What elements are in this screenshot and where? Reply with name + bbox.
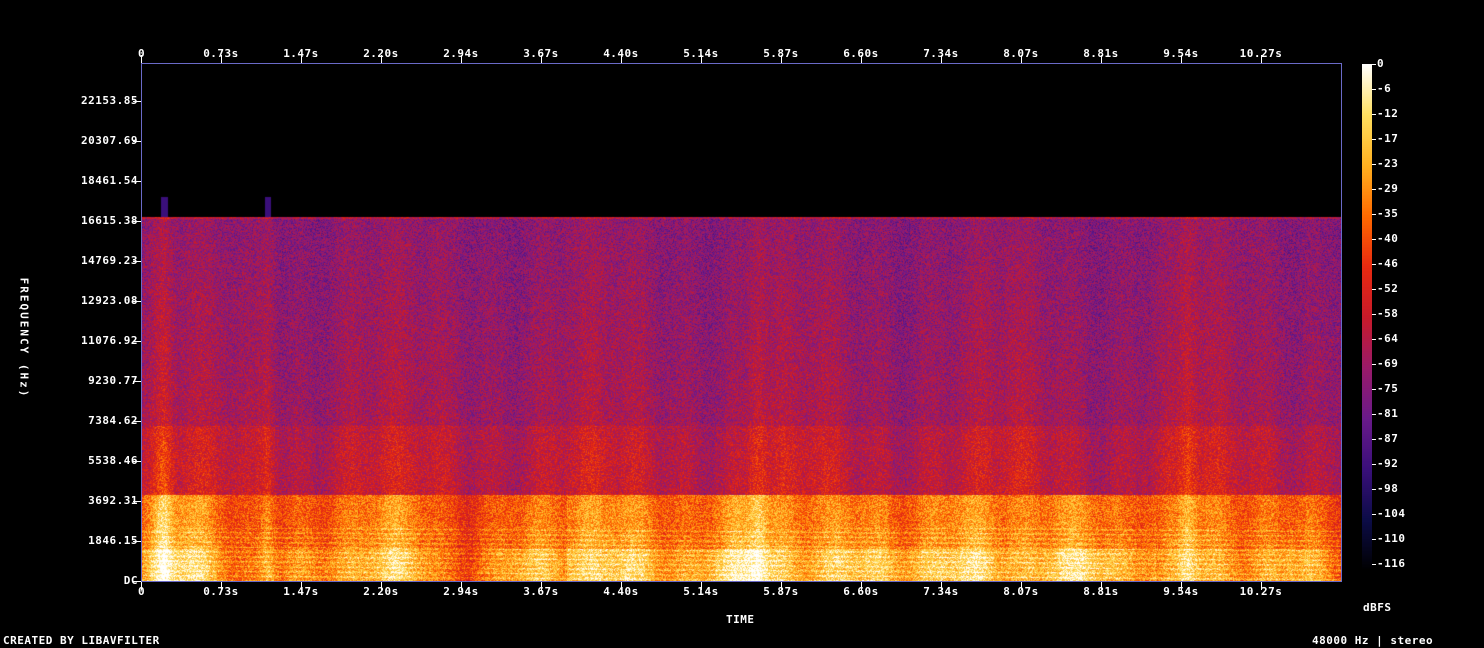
colorbar-tick-mark bbox=[1372, 264, 1376, 265]
x-tick-label-top: 2.94s bbox=[443, 47, 479, 60]
colorbar-tick-label: -116 bbox=[1377, 557, 1406, 570]
colorbar-tick-mark bbox=[1372, 164, 1376, 165]
colorbar-tick-mark bbox=[1372, 314, 1376, 315]
x-tick-label-bottom: 8.07s bbox=[1003, 585, 1039, 598]
x-tick-label-top: 6.60s bbox=[843, 47, 879, 60]
x-tick-label-bottom: 2.94s bbox=[443, 585, 479, 598]
colorbar-tick-mark bbox=[1372, 364, 1376, 365]
colorbar-tick-mark bbox=[1372, 464, 1376, 465]
colorbar-tick-mark bbox=[1372, 89, 1376, 90]
y-tick-label: 11076.92 bbox=[81, 334, 138, 347]
colorbar-tick-mark bbox=[1372, 239, 1376, 240]
colorbar-tick-label: -81 bbox=[1377, 407, 1399, 420]
x-tick-label-top: 8.81s bbox=[1083, 47, 1119, 60]
y-axis-label: FREQUENCY (Hz) bbox=[17, 277, 31, 399]
x-tick-label-bottom: 0 bbox=[138, 585, 146, 598]
x-tick-label-bottom: 5.87s bbox=[763, 585, 799, 598]
y-tick-label: 12923.08 bbox=[81, 294, 138, 307]
colorbar-tick-mark bbox=[1372, 414, 1376, 415]
colorbar-tick-mark bbox=[1372, 514, 1376, 515]
x-tick-label-top: 2.20s bbox=[363, 47, 399, 60]
colorbar-tick-label: -29 bbox=[1377, 182, 1399, 195]
x-tick-label-bottom: 1.47s bbox=[283, 585, 319, 598]
spectrogram-plot bbox=[141, 63, 1342, 582]
colorbar-tick-label: -69 bbox=[1377, 357, 1399, 370]
x-tick-label-bottom: 4.40s bbox=[603, 585, 639, 598]
colorbar-tick-label: -87 bbox=[1377, 432, 1399, 445]
x-tick-label-bottom: 7.34s bbox=[923, 585, 959, 598]
colorbar-tick-mark bbox=[1372, 489, 1376, 490]
colorbar-tick-label: -75 bbox=[1377, 382, 1399, 395]
x-tick-label-top: 5.14s bbox=[683, 47, 719, 60]
colorbar-tick-label: -46 bbox=[1377, 257, 1399, 270]
colorbar-tick-mark bbox=[1372, 564, 1376, 565]
colorbar-label: dBFS bbox=[1363, 601, 1392, 614]
colorbar-tick-label: -98 bbox=[1377, 482, 1399, 495]
colorbar-tick-label: -58 bbox=[1377, 307, 1399, 320]
x-axis-label: TIME bbox=[726, 613, 755, 626]
x-tick-label-bottom: 10.27s bbox=[1239, 585, 1283, 598]
spectrogram-image bbox=[142, 64, 1341, 581]
y-tick-label: 14769.23 bbox=[81, 254, 138, 267]
colorbar-tick-mark bbox=[1372, 289, 1376, 290]
x-tick-label-bottom: 5.14s bbox=[683, 585, 719, 598]
x-tick-label-top: 7.34s bbox=[923, 47, 959, 60]
footer-credit: CREATED BY LIBAVFILTER bbox=[3, 634, 160, 647]
y-tick-label: 7384.62 bbox=[88, 414, 138, 427]
y-tick-label: DC bbox=[123, 574, 138, 587]
x-tick-label-top: 0 bbox=[138, 47, 146, 60]
x-tick-label-top: 10.27s bbox=[1239, 47, 1283, 60]
colorbar-tick-mark bbox=[1372, 389, 1376, 390]
colorbar-tick-mark bbox=[1372, 139, 1376, 140]
y-tick-label: 9230.77 bbox=[88, 374, 138, 387]
x-tick-label-bottom: 8.81s bbox=[1083, 585, 1119, 598]
x-tick-label-top: 4.40s bbox=[603, 47, 639, 60]
y-tick-label: 1846.15 bbox=[88, 534, 138, 547]
colorbar-tick-label: -17 bbox=[1377, 132, 1399, 145]
colorbar-tick-mark bbox=[1372, 64, 1376, 65]
colorbar-tick-label: -52 bbox=[1377, 282, 1399, 295]
x-tick-label-top: 0.73s bbox=[203, 47, 239, 60]
y-tick-label: 16615.38 bbox=[81, 214, 138, 227]
colorbar-tick-label: -104 bbox=[1377, 507, 1406, 520]
colorbar-tick-label: -110 bbox=[1377, 532, 1406, 545]
x-tick-label-top: 5.87s bbox=[763, 47, 799, 60]
colorbar-tick-mark bbox=[1372, 339, 1376, 340]
y-tick-label: 20307.69 bbox=[81, 134, 138, 147]
colorbar-tick-label: -12 bbox=[1377, 107, 1399, 120]
colorbar-tick-mark bbox=[1372, 114, 1376, 115]
colorbar-tick-mark bbox=[1372, 214, 1376, 215]
colorbar bbox=[1362, 64, 1372, 571]
colorbar-tick-mark bbox=[1372, 189, 1376, 190]
colorbar-tick-label: -92 bbox=[1377, 457, 1399, 470]
x-tick-label-top: 3.67s bbox=[523, 47, 559, 60]
colorbar-tick-label: 0 bbox=[1377, 57, 1385, 70]
colorbar-tick-mark bbox=[1372, 439, 1376, 440]
x-tick-label-bottom: 9.54s bbox=[1163, 585, 1199, 598]
colorbar-tick-mark bbox=[1372, 539, 1376, 540]
colorbar-tick-label: -40 bbox=[1377, 232, 1399, 245]
x-tick-label-bottom: 3.67s bbox=[523, 585, 559, 598]
colorbar-tick-label: -6 bbox=[1377, 82, 1392, 95]
x-tick-label-top: 8.07s bbox=[1003, 47, 1039, 60]
y-tick-label: 5538.46 bbox=[88, 454, 138, 467]
x-tick-label-bottom: 2.20s bbox=[363, 585, 399, 598]
y-tick-label: 3692.31 bbox=[88, 494, 138, 507]
colorbar-tick-label: -35 bbox=[1377, 207, 1399, 220]
colorbar-tick-label: -23 bbox=[1377, 157, 1399, 170]
x-tick-label-top: 1.47s bbox=[283, 47, 319, 60]
x-tick-label-bottom: 0.73s bbox=[203, 585, 239, 598]
footer-sample-info: 48000 Hz | stereo bbox=[1312, 634, 1434, 647]
x-tick-label-bottom: 6.60s bbox=[843, 585, 879, 598]
colorbar-tick-label: -64 bbox=[1377, 332, 1399, 345]
y-tick-label: 18461.54 bbox=[81, 174, 138, 187]
y-tick-label: 22153.85 bbox=[81, 94, 138, 107]
x-tick-label-top: 9.54s bbox=[1163, 47, 1199, 60]
